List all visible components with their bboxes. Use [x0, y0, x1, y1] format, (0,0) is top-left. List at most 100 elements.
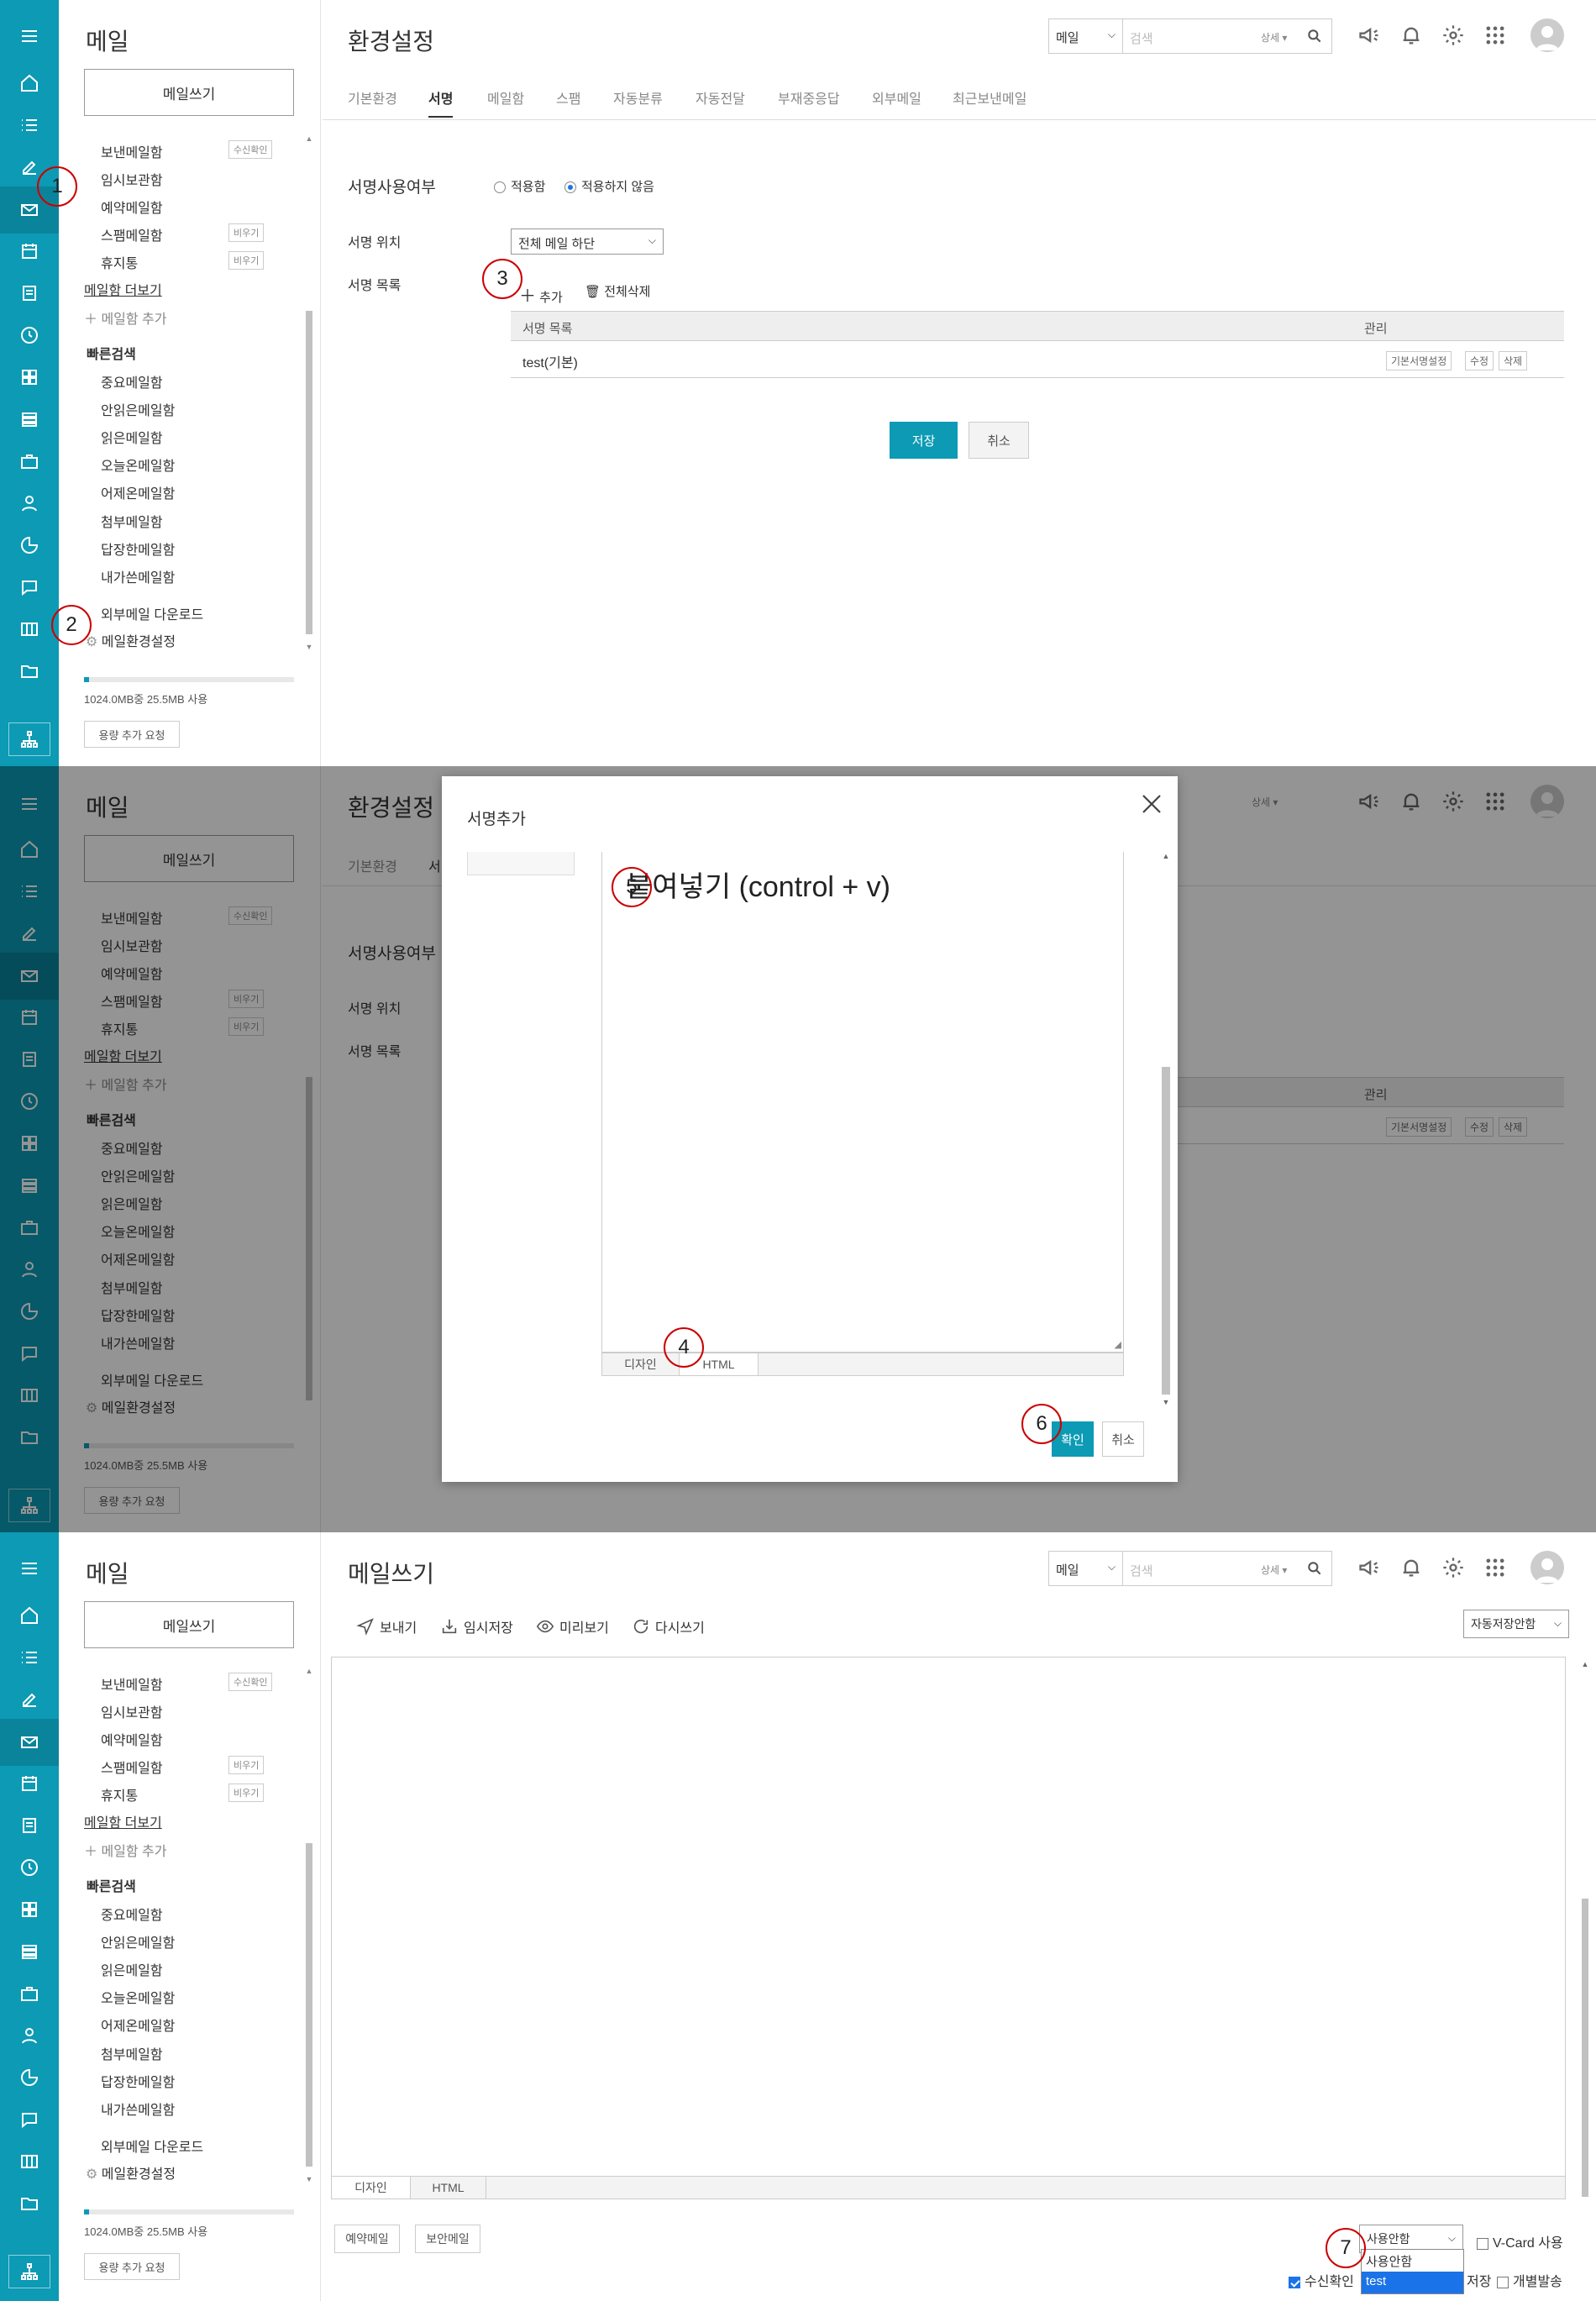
quick-yesterday[interactable]: 어제온메일함 [101, 482, 175, 502]
tab-away[interactable]: 부재중응답 [778, 87, 840, 108]
calendar-icon[interactable] [17, 1771, 42, 1796]
folder-spam[interactable]: 스팸메일함 [101, 224, 163, 244]
empty-spam-tag[interactable]: 비우기 [228, 1756, 265, 1774]
stack-icon[interactable] [17, 407, 42, 432]
signature-option-test[interactable]: test [1362, 2272, 1463, 2293]
empty-trash-tag[interactable]: 비우기 [228, 1784, 265, 1802]
radio-notuse[interactable]: 적용하지 않음 [564, 177, 654, 195]
briefcase-icon[interactable] [17, 449, 42, 474]
org-chart-icon[interactable] [8, 722, 50, 756]
folder-spam[interactable]: 스팸메일함 [101, 1757, 163, 1777]
quick-read[interactable]: 읽은메일함 [101, 1959, 163, 1979]
individual-checkbox[interactable] [1497, 2276, 1509, 2288]
quick-important[interactable]: 중요메일함 [101, 1904, 163, 1924]
tab-signature[interactable]: 서명 [428, 87, 454, 118]
clock-icon[interactable] [17, 323, 42, 348]
folder-icon[interactable] [17, 2191, 42, 2216]
scrollbar-thumb[interactable] [306, 311, 312, 634]
search-detail-toggle[interactable]: 상세 ▾ [1261, 30, 1287, 45]
add-folder-link[interactable]: ＋ 메일함 추가 [84, 307, 167, 328]
mail-settings-link[interactable]: ⚙ 메일환경설정 [86, 2162, 176, 2183]
folder-icon[interactable] [17, 659, 42, 684]
folder-scheduled[interactable]: 예약메일함 [101, 1729, 163, 1749]
compose-editor[interactable] [331, 1657, 1566, 2198]
read-receipt-tag[interactable]: 수신확인 [228, 140, 273, 159]
apps-grid-icon[interactable] [17, 365, 42, 390]
tab-html[interactable]: HTML [411, 2177, 486, 2199]
quick-replied[interactable]: 답장한메일함 [101, 538, 175, 559]
folder-scheduled[interactable]: 예약메일함 [101, 197, 163, 217]
gear-icon[interactable] [1436, 1551, 1470, 1584]
draft-button[interactable]: 임시저장 [440, 1616, 513, 1636]
megaphone-icon[interactable] [1352, 1551, 1386, 1584]
secure-mail-button[interactable]: 보안메일 [415, 2225, 480, 2253]
avatar[interactable] [1530, 18, 1564, 52]
reserve-mail-button[interactable]: 예약메일 [334, 2225, 400, 2253]
scroll-up-arrow-icon[interactable]: ▲ [304, 1667, 314, 1675]
save-button[interactable]: 저장 [890, 422, 958, 459]
table-row[interactable]: test(기본) 기본서명설정 수정 삭제 [511, 341, 1564, 378]
delete-all-button[interactable]: 🗑 전체삭제 [585, 282, 650, 300]
quick-mine[interactable]: 내가쓴메일함 [101, 2099, 175, 2119]
person-icon[interactable] [17, 2023, 42, 2048]
individual-option[interactable]: 개별발송 [1497, 2270, 1562, 2290]
external-download-link[interactable]: 외부메일 다운로드 [101, 603, 203, 623]
signature-name-field[interactable] [467, 852, 575, 875]
resize-handle-icon[interactable]: ◢ [1115, 1339, 1121, 1350]
empty-trash-tag[interactable]: 비우기 [228, 251, 265, 270]
edit-button[interactable]: 수정 [1465, 351, 1494, 370]
folder-sent[interactable]: 보낸메일함 [101, 141, 163, 161]
quick-unread[interactable]: 안읽은메일함 [101, 399, 175, 419]
apps-grid-icon[interactable] [17, 1897, 42, 1922]
clock-icon[interactable] [17, 1855, 42, 1880]
signature-option-none[interactable]: 사용안함 [1362, 2250, 1463, 2272]
chart-icon[interactable] [17, 533, 42, 558]
edit-icon[interactable] [17, 1687, 42, 1712]
scroll-down-arrow-icon[interactable]: ▼ [304, 643, 314, 651]
chat-icon[interactable] [17, 2107, 42, 2132]
quota-request-button[interactable]: 용량 추가 요청 [84, 721, 180, 748]
org-chart-icon[interactable] [8, 2255, 50, 2288]
scroll-down-arrow-icon[interactable]: ▼ [1160, 1398, 1172, 1406]
mail-icon[interactable] [0, 1719, 59, 1766]
home-icon[interactable] [17, 71, 42, 96]
empty-spam-tag[interactable]: 비우기 [228, 223, 265, 242]
set-default-button[interactable]: 기본서명설정 [1386, 351, 1452, 370]
quick-important[interactable]: 중요메일함 [101, 371, 163, 391]
signature-name-cell[interactable]: test(기본) [522, 351, 578, 371]
scroll-up-arrow-icon[interactable]: ▲ [1160, 852, 1172, 860]
signature-editor[interactable]: 붙여넣기 (control + v) ◢ [601, 852, 1124, 1353]
search-icon[interactable] [1306, 1560, 1323, 1577]
radio-notuse-circle[interactable] [564, 181, 576, 194]
write-mail-button[interactable]: 메일쓰기 [84, 1601, 294, 1648]
radio-use-circle[interactable] [494, 181, 506, 194]
modal-cancel-button[interactable]: 취소 [1102, 1421, 1144, 1457]
quick-mine[interactable]: 내가쓴메일함 [101, 566, 175, 586]
tab-basic[interactable]: 기본환경 [348, 87, 397, 108]
receipt-option[interactable]: 수신확인 [1289, 2270, 1354, 2290]
add-folder-link[interactable]: ＋ 메일함 추가 [84, 1840, 167, 1860]
search-scope-select[interactable]: 메일 ⌵ [1049, 1552, 1123, 1585]
apps-icon[interactable] [1478, 1551, 1512, 1584]
list-icon[interactable] [17, 113, 42, 138]
add-signature-button[interactable]: ＋ 추가 [519, 282, 563, 307]
quick-attach[interactable]: 첨부메일함 [101, 2043, 163, 2063]
megaphone-icon[interactable] [1352, 18, 1386, 52]
bell-icon[interactable] [1394, 1551, 1428, 1584]
person-icon[interactable] [17, 491, 42, 516]
folder-drafts[interactable]: 임시보관함 [101, 169, 163, 189]
quick-today[interactable]: 오늘온메일함 [101, 454, 175, 475]
read-receipt-tag[interactable]: 수신확인 [228, 1673, 273, 1691]
signature-position-select[interactable]: 전체 메일 하단 ⌵ [511, 229, 664, 255]
bell-icon[interactable] [1394, 18, 1428, 52]
folder-trash[interactable]: 휴지통 [101, 1784, 138, 1805]
tab-external[interactable]: 외부메일 [872, 87, 921, 108]
search-icon[interactable] [1306, 28, 1323, 45]
tab-mailbox[interactable]: 메일함 [487, 87, 524, 108]
tab-design[interactable]: 디자인 [332, 2177, 411, 2199]
search-scope-select[interactable]: 메일 ⌵ [1049, 19, 1123, 53]
preview-button[interactable]: 미리보기 [536, 1616, 609, 1636]
sidebar-scrollbar[interactable]: ▲ ▼ [304, 134, 314, 651]
more-folders-link[interactable]: 메일함 더보기 [84, 1811, 162, 1831]
gear-icon[interactable] [1436, 18, 1470, 52]
